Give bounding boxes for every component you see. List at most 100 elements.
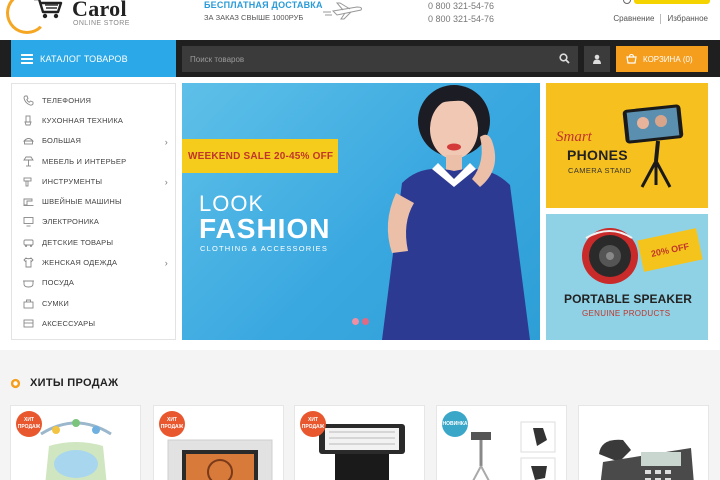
sidebar-item-bags[interactable]: СУМКИ xyxy=(12,293,175,313)
main-banner-slider[interactable]: WEEKEND SALE 20-45% OFF LOOK FASHION CLO… xyxy=(182,83,540,340)
category-sidebar: ТЕЛЕФОНИЯ КУХОННАЯ ТЕХНИКА БОЛЬШАЯ › МЕБ… xyxy=(11,83,176,340)
bestseller-badge: ХИТ ПРОДАЖ xyxy=(300,411,326,437)
free-delivery-info: БЕСПЛАТНАЯ ДОСТАВКА ЗА ЗАКАЗ СВЫШЕ 1000Р… xyxy=(204,0,323,22)
speaker-promo-banner[interactable]: 20% OFF PORTABLE SPEAKER GENUINE PRODUCT… xyxy=(546,214,708,340)
badge-line-2: ПРОДАЖ xyxy=(17,424,41,430)
page: Carol ONLINE STORE БЕСПЛАТНАЯ ДОСТАВКА З… xyxy=(0,0,720,480)
sidebar-item-accessories[interactable]: АКСЕССУАРЫ xyxy=(12,313,175,333)
sidebar-item-large[interactable]: БОЛЬШАЯ › xyxy=(12,131,175,151)
slider-dots xyxy=(352,318,369,325)
cart-logo-icon xyxy=(34,0,63,19)
compare-link[interactable]: Сравнение xyxy=(613,14,654,24)
cart-label: КОРЗИНА (0) xyxy=(643,54,693,64)
phone-numbers: 0 800 321-54-76 0 800 321-54-76 xyxy=(428,0,494,26)
product-card[interactable]: НОВИНКА xyxy=(436,405,567,480)
product-card[interactable]: ХИТ ПРОДАЖ xyxy=(10,405,141,480)
badge-line-1: НОВИНКА xyxy=(442,420,468,427)
sidebar-item-label: КУХОННАЯ ТЕХНИКА xyxy=(42,115,124,125)
banner-look-text: LOOK xyxy=(199,191,265,216)
sun-icon xyxy=(10,378,21,388)
sidebar-item-dishes[interactable]: ПОСУДА xyxy=(12,273,175,293)
furniture-icon xyxy=(22,155,34,167)
sidebar-item-telephony[interactable]: ТЕЛЕФОНИЯ xyxy=(12,90,175,110)
store-logo[interactable]: Carol ONLINE STORE xyxy=(6,0,156,38)
chevron-right-icon: › xyxy=(164,258,168,269)
sidebar-item-label: БОЛЬШАЯ xyxy=(42,136,82,146)
airplane-icon xyxy=(323,2,362,20)
sidebar-item-label: ЖЕНСКАЯ ОДЕЖДА xyxy=(42,258,118,268)
sidebar-item-label: ШВЕЙНЫЕ МАШИНЫ xyxy=(42,197,122,207)
sidebar-item-label: ДЕТСКИЕ ТОВАРЫ xyxy=(42,237,114,247)
phone-icon xyxy=(22,94,34,106)
kids-icon xyxy=(22,236,34,248)
slider-dot-active[interactable] xyxy=(362,318,369,325)
weekend-sale-tag: WEEKEND SALE 20-45% OFF xyxy=(182,139,338,173)
cart-button[interactable]: КОРЗИНА (0) xyxy=(616,46,708,72)
sewing-machine-icon xyxy=(22,196,34,208)
favorites-link[interactable]: Избранное xyxy=(667,14,708,24)
product-card[interactable] xyxy=(578,405,709,480)
phone-number-1[interactable]: 0 800 321-54-76 xyxy=(428,0,494,13)
monitor-icon xyxy=(22,216,34,228)
badge-line-2: ПРОДАЖ xyxy=(301,424,325,430)
basket-icon xyxy=(626,54,637,64)
search-bar xyxy=(182,46,578,72)
sidebar-item-kids[interactable]: ДЕТСКИЕ ТОВАРЫ xyxy=(12,232,175,252)
catalog-label: КАТАЛОГ ТОВАРОВ xyxy=(40,53,128,64)
office-phone-image xyxy=(599,439,694,480)
delivery-title: БЕСПЛАТНАЯ ДОСТАВКА xyxy=(204,0,323,10)
menu-icon xyxy=(21,52,33,66)
dress-icon xyxy=(22,257,34,269)
bestseller-badge: ХИТ ПРОДАЖ xyxy=(159,411,185,437)
catalog-button[interactable]: КАТАЛОГ ТОВАРОВ xyxy=(11,40,176,77)
top-header: Carol ONLINE STORE БЕСПЛАТНАЯ ДОСТАВКА З… xyxy=(0,0,720,40)
search-input[interactable] xyxy=(182,46,552,72)
promo-speaker-subtitle: GENUINE PRODUCTS xyxy=(582,309,671,318)
bestsellers-heading: ХИТЫ ПРОДАЖ xyxy=(10,377,118,389)
tools-icon xyxy=(22,175,34,187)
callback-phone-icon xyxy=(623,0,631,4)
badge-line-1: ХИТ xyxy=(308,417,318,423)
promo-speaker-title: PORTABLE SPEAKER xyxy=(564,292,693,306)
chevron-right-icon: › xyxy=(164,136,168,147)
badge-line-2: ПРОДАЖ xyxy=(160,424,184,430)
badge-line-1: ХИТ xyxy=(24,417,34,423)
sidebar-item-label: ТЕЛЕФОНИЯ xyxy=(42,95,92,105)
sidebar-item-womens-clothing[interactable]: ЖЕНСКАЯ ОДЕЖДА › xyxy=(12,252,175,272)
product-card[interactable]: ХИТ ПРОДАЖ xyxy=(153,405,284,480)
sidebar-item-label: ИНСТРУМЕНТЫ xyxy=(42,176,103,186)
logo-tagline: ONLINE STORE xyxy=(73,20,130,27)
sidebar-item-label: АКСЕССУАРЫ xyxy=(42,318,96,328)
phone-number-2[interactable]: 0 800 321-54-76 xyxy=(428,13,494,26)
callback-button[interactable] xyxy=(634,0,710,4)
appliance-icon xyxy=(22,135,34,147)
sidebar-item-tools[interactable]: ИНСТРУМЕНТЫ › xyxy=(12,171,175,191)
new-badge: НОВИНКА xyxy=(442,411,468,437)
top-links: Сравнение Избранное xyxy=(613,14,708,24)
search-icon[interactable] xyxy=(559,53,570,64)
sidebar-item-sewing[interactable]: ШВЕЙНЫЕ МАШИНЫ xyxy=(12,191,175,211)
bestseller-badge: ХИТ ПРОДАЖ xyxy=(16,411,42,437)
sidebar-item-electronics[interactable]: ЭЛЕКТРОНИКА xyxy=(12,212,175,232)
account-button[interactable] xyxy=(584,46,610,72)
sidebar-item-label: СУМКИ xyxy=(42,298,69,308)
bestsellers-title: ХИТЫ ПРОДАЖ xyxy=(30,377,119,389)
promo-camera-stand-text: CAMERA STAND xyxy=(568,166,632,175)
slider-dot[interactable] xyxy=(352,318,359,325)
product-card[interactable]: ХИТ ПРОДАЖ xyxy=(294,405,425,480)
chevron-right-icon: › xyxy=(164,177,168,188)
sidebar-item-furniture[interactable]: МЕБЕЛЬ И ИНТЕРЬЕР xyxy=(12,151,175,171)
top-links-divider xyxy=(660,14,662,24)
logo-name: Carol xyxy=(72,0,127,21)
sidebar-item-label: ЭЛЕКТРОНИКА xyxy=(42,217,100,227)
accessories-icon xyxy=(22,317,34,329)
delivery-subtitle: ЗА ЗАКАЗ СВЫШЕ 1000РУБ xyxy=(204,13,304,22)
dishes-icon xyxy=(22,277,34,289)
user-icon xyxy=(593,54,601,64)
bag-icon xyxy=(22,297,34,309)
smartphones-promo-banner[interactable]: Smart PHONES CAMERA STAND xyxy=(546,83,708,208)
promo-smart-text: Smart xyxy=(556,129,592,145)
sidebar-item-label: ПОСУДА xyxy=(42,278,75,288)
sidebar-item-kitchen[interactable]: КУХОННАЯ ТЕХНИКА xyxy=(12,110,175,130)
banner-subtitle: CLOTHING & ACCESSORIES xyxy=(200,244,329,253)
